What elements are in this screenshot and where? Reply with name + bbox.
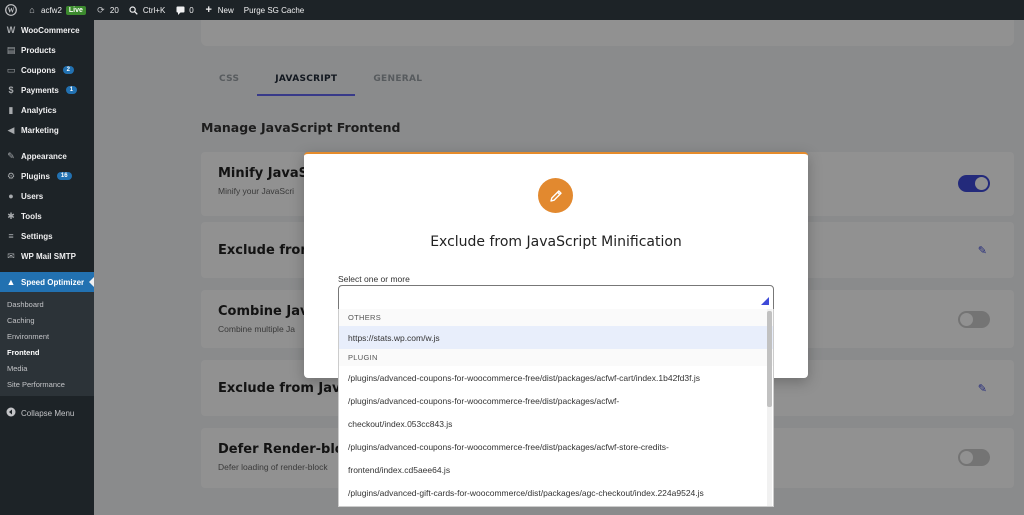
dropdown-scrollbar[interactable] (767, 309, 772, 506)
comments-count: 0 (189, 5, 194, 15)
purge-cache-button[interactable]: Purge SG Cache (239, 0, 309, 20)
sidebar-item-label: WooCommerce (21, 25, 80, 35)
sidebar-item-settings[interactable]: ≡ Settings (0, 226, 94, 246)
mail-icon: ✉ (7, 250, 15, 261)
svg-text:W: W (8, 7, 15, 15)
admin-sidebar: W WooCommerce ▤ Products ▭ Coupons 2 $ Payments 1… (0, 20, 94, 515)
dropdown-option-continued[interactable]: checkout/index.053cc843.js (339, 412, 773, 435)
purge-label: Purge SG Cache (243, 5, 305, 15)
marketing-icon: ◀ (7, 124, 15, 135)
appearance-icon: ✎ (7, 150, 15, 161)
sidebar-item-plugins[interactable]: ⚙ Plugins 16 (0, 166, 94, 186)
tools-icon: ✱ (7, 210, 15, 221)
sidebar-item-label: WP Mail SMTP (21, 251, 76, 261)
sidebar-item-label: Analytics (21, 105, 57, 115)
multiselect-dropdown: OTHERS https://stats.wp.com/w.js PLUGIN … (338, 309, 774, 507)
speed-icon: ▲ (6, 277, 16, 287)
group-header-plugin: PLUGIN (339, 349, 773, 366)
sidebar-item-label: Coupons (21, 65, 56, 75)
new-label: New (217, 5, 234, 15)
speed-optimizer-submenu: Dashboard Caching Environment Frontend Media… (0, 292, 94, 396)
products-icon: ▤ (6, 44, 16, 55)
woo-icon: W (6, 25, 16, 35)
coupons-icon: ▭ (6, 64, 16, 75)
dropdown-option[interactable]: /plugins/advanced-coupons-for-woocommerc… (339, 389, 773, 412)
plugins-icon: ⚙ (6, 170, 16, 181)
count-badge: 16 (56, 172, 72, 180)
sidebar-item-analytics[interactable]: ▮ Analytics (0, 100, 94, 120)
select-label: Select one or more (338, 274, 410, 284)
submenu-item-site-performance[interactable]: Site Performance (0, 376, 94, 392)
home-icon: ⌂ (29, 5, 35, 15)
live-badge: Live (65, 5, 86, 15)
modal-title: Exclude from JavaScript Minification (430, 234, 682, 250)
collapse-label: Collapse Menu (21, 408, 75, 418)
settings-icon: ≡ (8, 231, 14, 241)
sidebar-item-marketing[interactable]: ◀ Marketing (0, 120, 94, 140)
sidebar-item-speed-optimizer[interactable]: ▲ Speed Optimizer (0, 272, 94, 292)
wp-logo[interactable]: W (0, 0, 22, 20)
dropdown-option[interactable]: /plugins/advanced-gift-cards-for-woocomm… (339, 481, 773, 504)
dropdown-option[interactable]: https://stats.wp.com/w.js (339, 326, 773, 349)
pencil-icon (549, 189, 562, 202)
resize-handle-icon (761, 297, 769, 305)
site-name: acfw2 (41, 5, 62, 15)
collapse-icon (6, 407, 16, 419)
submenu-item-caching[interactable]: Caching (0, 312, 94, 328)
group-header-others: OTHERS (339, 309, 773, 326)
sidebar-item-label: Plugins (21, 171, 50, 181)
plus-icon: + (205, 4, 212, 16)
sidebar-item-products[interactable]: ▤ Products (0, 40, 94, 60)
dropdown-option-continued[interactable]: frontend/index.cd5aee64.js (339, 458, 773, 481)
dropdown-option[interactable]: /plugins/advanced-coupons-for-woocommerc… (339, 366, 773, 389)
updates-link[interactable]: ⟳ 20 (91, 0, 124, 20)
sidebar-item-wp-mail-smtp[interactable]: ✉ WP Mail SMTP (0, 246, 94, 266)
scrollbar-thumb[interactable] (767, 311, 772, 407)
sidebar-item-label: Tools (21, 211, 42, 221)
count-badge: 2 (62, 66, 75, 74)
wordpress-icon: W (5, 4, 17, 16)
submenu-item-environment[interactable]: Environment (0, 328, 94, 344)
submenu-item-frontend[interactable]: Frontend (0, 344, 94, 360)
sidebar-item-label: Speed Optimizer (21, 277, 85, 287)
users-icon: ● (8, 191, 14, 201)
sidebar-item-users[interactable]: ● Users (0, 186, 94, 206)
sidebar-item-tools[interactable]: ✱ Tools (0, 206, 94, 226)
admin-bar: W ⌂ acfw2 Live ⟳ 20 Ctrl+K 0 + New Purge… (0, 0, 1024, 20)
analytics-icon: ▮ (8, 104, 14, 115)
updates-count: 20 (109, 5, 119, 15)
search-shortcut-label: Ctrl+K (142, 5, 166, 15)
sidebar-item-label: Products (21, 45, 56, 55)
comment-icon (175, 5, 185, 15)
search-icon (129, 5, 139, 15)
sidebar-item-appearance[interactable]: ✎ Appearance (0, 146, 94, 166)
comments-link[interactable]: 0 (170, 0, 198, 20)
sidebar-item-label: Marketing (21, 125, 59, 135)
modal-icon-circle (538, 178, 573, 213)
sidebar-item-label: Users (21, 191, 44, 201)
sidebar-item-payments[interactable]: $ Payments 1 (0, 80, 94, 100)
collapse-menu-button[interactable]: Collapse Menu (0, 402, 94, 424)
submenu-item-media[interactable]: Media (0, 360, 94, 376)
updates-icon: ⟳ (97, 4, 105, 15)
submenu-item-dashboard[interactable]: Dashboard (0, 296, 94, 312)
site-name-link[interactable]: ⌂ acfw2 Live (22, 0, 91, 20)
count-badge: 1 (65, 86, 78, 94)
sidebar-item-label: Appearance (21, 151, 67, 161)
sidebar-item-coupons[interactable]: ▭ Coupons 2 (0, 60, 94, 80)
sidebar-item-label: Settings (21, 231, 53, 241)
sidebar-item-woocommerce[interactable]: W WooCommerce (0, 20, 94, 40)
search-shortcut[interactable]: Ctrl+K (124, 0, 170, 20)
exclude-multiselect-input[interactable] (338, 285, 774, 310)
payments-icon: $ (8, 85, 14, 95)
sidebar-item-label: Payments (21, 85, 59, 95)
new-content-link[interactable]: + New (199, 0, 239, 20)
dropdown-option[interactable]: /plugins/advanced-coupons-for-woocommerc… (339, 435, 773, 458)
